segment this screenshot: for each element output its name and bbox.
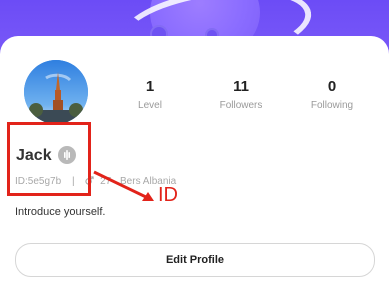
profile-intro[interactable]: Introduce yourself. bbox=[15, 206, 106, 218]
stat-label: Level bbox=[138, 100, 162, 111]
stat-label: Followers bbox=[219, 100, 263, 111]
stat-level[interactable]: 1 Level bbox=[110, 78, 190, 111]
stat-value: 0 bbox=[327, 78, 337, 95]
stat-followers[interactable]: 11 Followers bbox=[201, 78, 281, 111]
edit-profile-button[interactable]: Edit Profile bbox=[15, 243, 375, 277]
stat-value: 1 bbox=[145, 78, 155, 95]
annotation-arrow bbox=[93, 170, 154, 201]
annotation-label: ID bbox=[158, 184, 178, 206]
stat-label: Following bbox=[310, 100, 354, 111]
avatar-photo bbox=[24, 60, 88, 124]
stat-value: 11 bbox=[233, 78, 249, 95]
avatar[interactable] bbox=[24, 60, 88, 124]
stat-following[interactable]: 0 Following bbox=[292, 78, 372, 111]
annotation-box bbox=[7, 122, 91, 196]
